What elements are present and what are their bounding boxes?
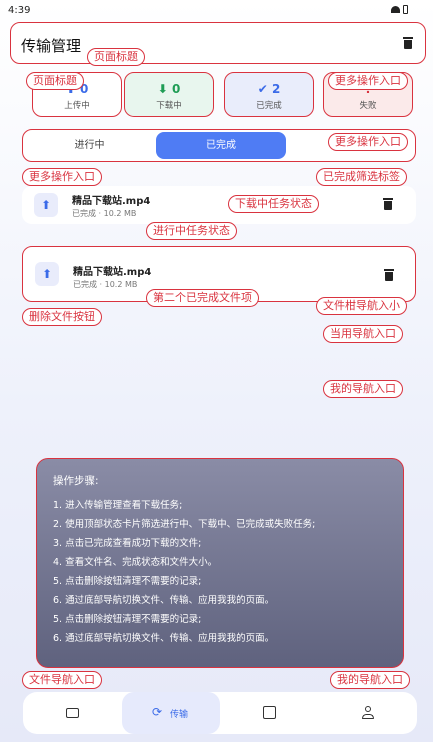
battery-icon — [403, 5, 408, 14]
tab-in-progress[interactable]: 进行中 — [23, 130, 156, 161]
card-count: 0 — [171, 82, 181, 96]
sync-icon: ⟳ — [152, 705, 163, 719]
instructions-panel: 操作步骤: 1. 进入传输管理查看下载任务; 2. 使用顶部状态卡片筛选进行中、… — [36, 458, 404, 668]
annotation-label: 页面标题 — [87, 48, 145, 66]
instruction-line: 6. 通过底部导航切换文件、传输、应用我我的页面。 — [53, 633, 275, 644]
annotation-label: 当用导航入口 — [323, 325, 403, 343]
instruction-line: 5. 点击删除按钮清理不需要的记录; — [53, 614, 202, 625]
card-label: 已完成 — [256, 101, 282, 111]
annotation-label: 我的导航入口 — [323, 380, 403, 398]
wifi-icon — [391, 6, 400, 13]
annotation-label: 下载中任务状态 — [228, 195, 319, 213]
upload-icon: ⬆ — [35, 262, 59, 286]
download-icon: ⬇ — [157, 82, 168, 96]
file-item[interactable]: ⬆ 精品下载站.mp4 已完成 · 10.2 MB — [22, 186, 416, 224]
annotation-label: 文件导航入口 — [22, 671, 102, 689]
delete-file-icon[interactable] — [383, 198, 393, 210]
delete-file-icon[interactable] — [384, 269, 394, 281]
trash-icon[interactable] — [403, 37, 413, 49]
file-meta: 已完成 · 10.2 MB — [72, 209, 137, 218]
annotation-label: 文件柑导航入小 — [316, 297, 407, 315]
nav-apps[interactable] — [221, 692, 319, 734]
folder-icon — [66, 708, 79, 718]
annotation-label: 删除文件按钮 — [22, 308, 102, 326]
bottom-nav: ⟳ 传输 — [23, 692, 417, 734]
annotation-label: 进行中任务状态 — [146, 222, 237, 240]
annotation-label: 我的导航入口 — [330, 671, 410, 689]
gallery-icon — [263, 706, 276, 719]
nav-transfer[interactable]: ⟳ 传输 — [122, 692, 220, 734]
annotation-label: 页面标题 — [26, 72, 84, 90]
instruction-line: 2. 使用顶部状态卡片筛选进行中、下载中、已完成或失败任务; — [53, 519, 316, 530]
card-label: 上传中 — [64, 101, 90, 111]
nav-profile[interactable] — [320, 692, 417, 734]
card-count: 2 — [271, 82, 281, 96]
instruction-line: 4. 查看文件名、完成状态和文件大小。 — [53, 557, 218, 568]
page-title: 传输管理 — [21, 37, 82, 55]
tab-completed[interactable]: 已完成 — [156, 132, 286, 159]
card-completed[interactable]: ✔ 2 已完成 — [224, 72, 314, 117]
instruction-line: 1. 进入传输管理查看下载任务; — [53, 500, 183, 511]
annotation-label: 更多操作入口 — [22, 168, 102, 186]
nav-label: 传输 — [170, 710, 189, 720]
card-label: 下载中 — [156, 101, 182, 111]
file-name: 精品下载站.mp4 — [72, 196, 151, 207]
check-icon: ✔ — [257, 82, 268, 96]
annotation-label: 更多操作入口 — [328, 133, 408, 151]
upload-icon: ⬆ — [34, 193, 58, 217]
status-time: 4:39 — [8, 5, 31, 16]
annotation-label: 已完成筛选标签 — [316, 168, 407, 186]
nav-files[interactable] — [23, 692, 121, 734]
instruction-line: 5. 点击删除按钮清理不需要的记录; — [53, 576, 202, 587]
instructions-heading: 操作步骤: — [53, 475, 99, 487]
app-header: 传输管理 — [10, 22, 426, 64]
file-meta: 已完成 · 10.2 MB — [73, 280, 138, 289]
person-icon — [365, 706, 371, 712]
card-label: 失败 — [359, 101, 377, 111]
card-downloading[interactable]: ⬇ 0 下载中 — [124, 72, 214, 117]
instruction-line: 3. 点击已完成查看成功下载的文件; — [53, 538, 202, 549]
instruction-line: 6. 通过底部导航切换文件、传输、应用我我的页面。 — [53, 595, 275, 606]
annotation-label: 更多操作入口 — [328, 72, 408, 90]
file-name: 精品下载站.mp4 — [73, 267, 152, 278]
annotation-label: 第二个已完成文件项 — [146, 289, 259, 307]
